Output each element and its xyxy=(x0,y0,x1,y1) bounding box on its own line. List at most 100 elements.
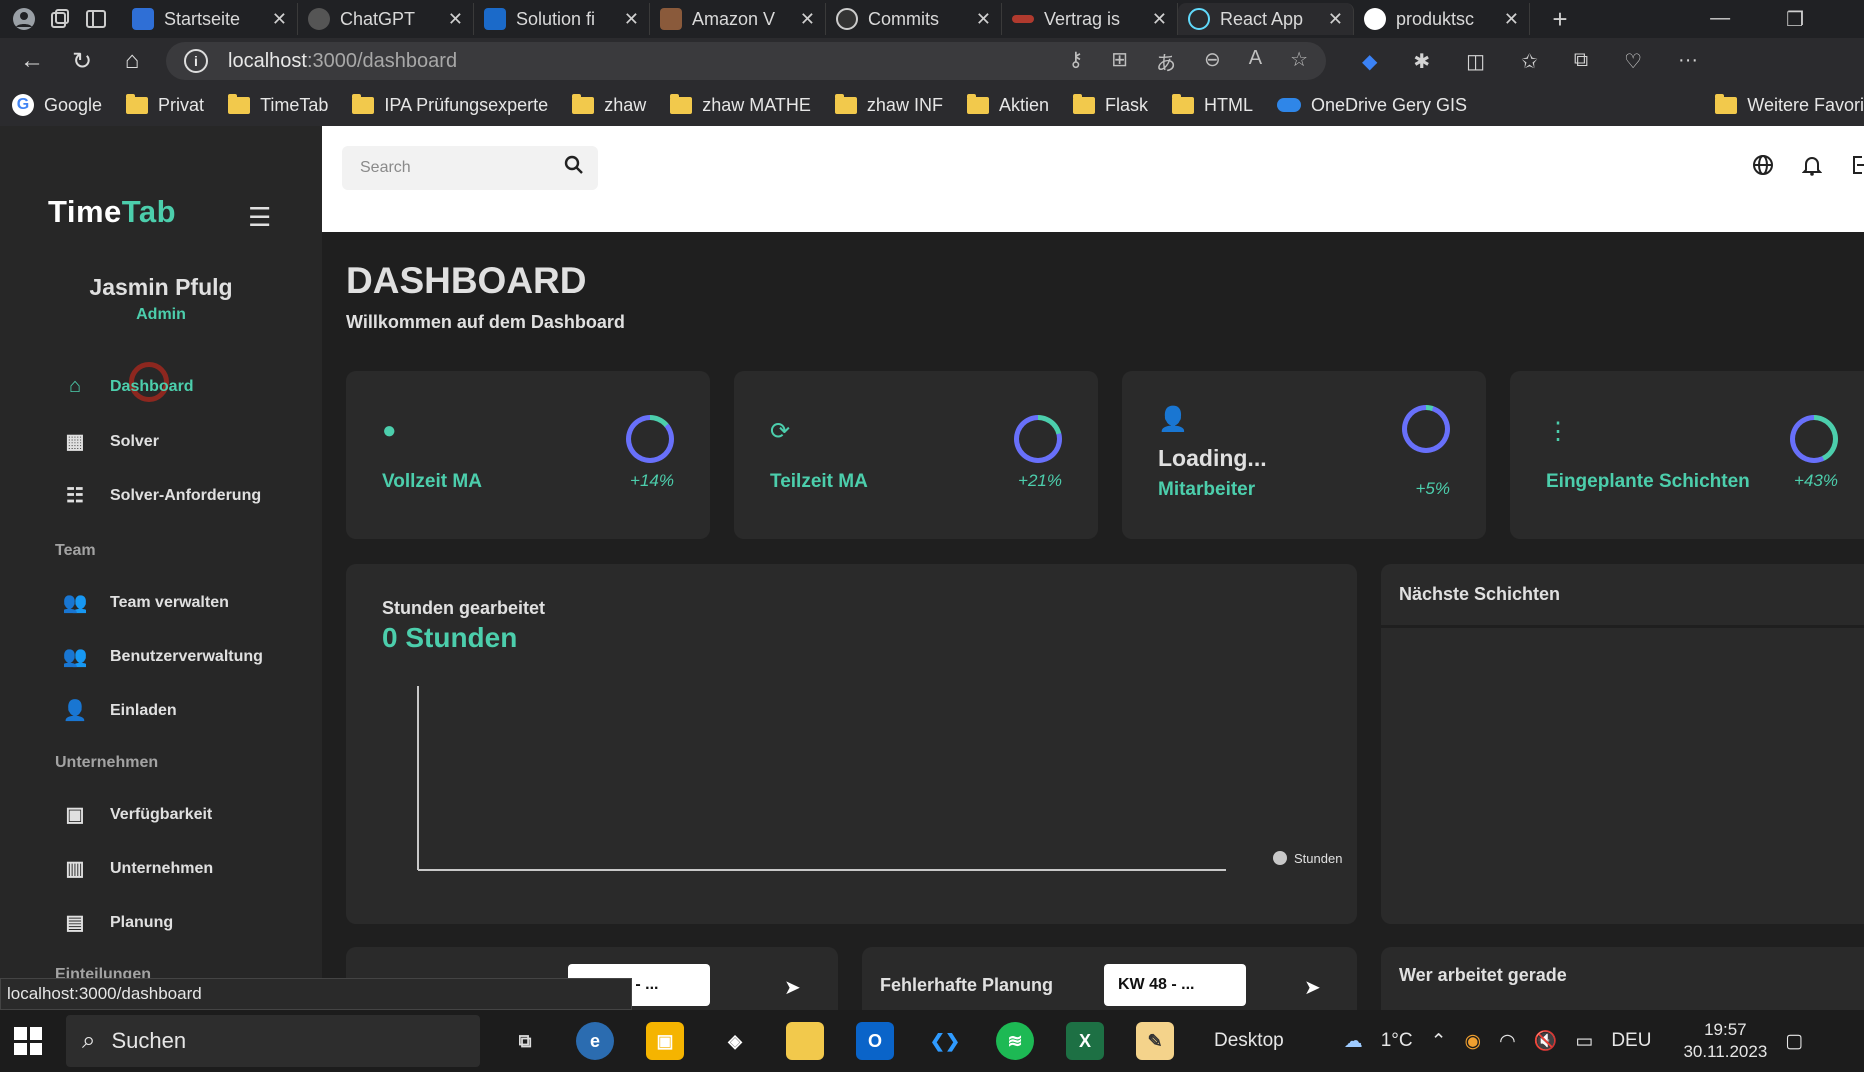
profile-icon[interactable] xyxy=(12,7,36,31)
bookmark-folder[interactable]: Privat xyxy=(126,93,204,116)
bookmark-label: zhaw INF xyxy=(866,94,943,115)
split-screen-icon[interactable]: ◫ xyxy=(1466,49,1485,74)
sidebar-item-company[interactable]: ▥ Unternehmen xyxy=(62,856,214,881)
send-icon[interactable]: ➤ xyxy=(1304,975,1321,1000)
tab-close-icon[interactable]: ✕ xyxy=(976,9,991,30)
battery-icon[interactable]: ▭ xyxy=(1575,1030,1593,1053)
spotify-icon[interactable]: ≋ xyxy=(996,1022,1034,1060)
browser-tab-active[interactable]: React App ✕ xyxy=(1178,3,1354,35)
tab-close-icon[interactable]: ✕ xyxy=(1328,9,1343,30)
key-icon[interactable]: ⚷ xyxy=(1069,47,1084,76)
send-icon[interactable]: ➤ xyxy=(784,975,801,1000)
bookmark-folder[interactable]: Flask xyxy=(1072,93,1148,116)
windows-start-icon[interactable] xyxy=(14,1027,42,1055)
restore-icon[interactable]: ❐ xyxy=(1786,7,1804,32)
home-icon[interactable]: ⌂ xyxy=(114,43,150,79)
bookmark-folder[interactable]: HTML xyxy=(1172,93,1253,116)
url-input[interactable]: i localhost:3000/dashboard ⚷ ⊞ あ ⊖ A ☆ xyxy=(166,42,1326,80)
minimize-icon[interactable]: — xyxy=(1710,7,1730,32)
app-icon[interactable]: ◈ xyxy=(716,1022,754,1060)
search-icon[interactable] xyxy=(564,155,584,181)
browser-tab[interactable]: ChatGPT ✕ xyxy=(298,3,474,35)
volume-muted-icon[interactable]: 🔇 xyxy=(1534,1029,1558,1053)
vscode-icon[interactable]: ❮❯ xyxy=(926,1022,964,1060)
desktop-label[interactable]: Desktop xyxy=(1214,1030,1284,1052)
bookmark-folder[interactable]: zhaw MATHE xyxy=(670,93,811,116)
vertical-tabs-icon[interactable] xyxy=(84,7,108,31)
bookmark-onedrive[interactable]: OneDrive Gery GIS xyxy=(1277,95,1467,116)
sidebar-item-dashboard[interactable]: ⌂ Dashboard xyxy=(62,375,194,398)
sidebar-item-solver[interactable]: ▦ Solver xyxy=(62,429,159,454)
globe-icon[interactable] xyxy=(1752,154,1774,182)
bookmarks-bar: G Google Privat TimeTab IPA Prüfungsexper… xyxy=(0,84,1864,126)
sidebar-item-solver-request[interactable]: ☷ Solver-Anforderung xyxy=(62,483,261,508)
puzzle-icon[interactable]: ✱ xyxy=(1413,49,1430,74)
weather-icon[interactable]: ☁ xyxy=(1344,1030,1363,1053)
excel-icon[interactable]: X xyxy=(1066,1022,1104,1060)
wifi-icon[interactable]: ◠ xyxy=(1499,1030,1516,1053)
sidebar-item-label: Solver-Anforderung xyxy=(110,486,262,504)
week-select[interactable]: KW 48 - ... xyxy=(1104,964,1246,1006)
apps-icon[interactable]: ⊞ xyxy=(1111,47,1128,76)
folder-icon xyxy=(1715,93,1738,114)
edge-icon[interactable]: e xyxy=(576,1022,614,1060)
bell-icon[interactable] xyxy=(1801,154,1823,182)
more-icon[interactable]: ··· xyxy=(1678,49,1698,74)
tab-close-icon[interactable]: ✕ xyxy=(800,9,815,30)
bookmark-folder[interactable]: Aktien xyxy=(966,93,1049,116)
sidebar-item-team-manage[interactable]: 👥 Team verwalten xyxy=(62,590,229,615)
favorites-icon[interactable]: ✩ xyxy=(1521,49,1538,74)
sidebar-item-label: Unternehmen xyxy=(110,859,214,877)
chevron-up-icon[interactable]: ⌃ xyxy=(1431,1030,1447,1053)
outlook-icon[interactable]: O xyxy=(856,1022,894,1060)
workspaces-icon[interactable] xyxy=(48,7,72,31)
translate-icon[interactable]: あ xyxy=(1156,47,1176,76)
browser-tab[interactable]: Startseite ✕ xyxy=(122,3,298,35)
new-tab-icon[interactable]: + xyxy=(1548,4,1572,34)
bookmark-folder[interactable]: zhaw xyxy=(572,93,646,116)
language[interactable]: DEU xyxy=(1611,1030,1651,1052)
tab-close-icon[interactable]: ✕ xyxy=(1504,9,1519,30)
read-aloud-icon[interactable]: A xyxy=(1249,47,1262,76)
tab-close-icon[interactable]: ✕ xyxy=(624,9,639,30)
collections-icon[interactable]: ⧉ xyxy=(1574,49,1588,74)
store-icon[interactable]: ▣ xyxy=(646,1022,684,1060)
tab-close-icon[interactable]: ✕ xyxy=(1152,9,1167,30)
favorite-star-icon[interactable]: ☆ xyxy=(1290,47,1308,76)
sidebar-item-availability[interactable]: ▣ Verfügbarkeit xyxy=(62,802,213,827)
bookmark-folder[interactable]: IPA Prüfungsexperte xyxy=(352,93,548,116)
tray-app-icon[interactable]: ◉ xyxy=(1465,1030,1482,1053)
bookmark-folder[interactable]: zhaw INF xyxy=(834,93,943,116)
file-explorer-icon[interactable] xyxy=(786,1022,824,1060)
sidebar-item-label: Benutzerverwaltung xyxy=(110,647,263,665)
menu-toggle-icon[interactable]: ☰ xyxy=(248,202,271,233)
sidebar-item-planning[interactable]: ▤ Planung xyxy=(62,910,174,935)
performance-icon[interactable]: ♡ xyxy=(1624,49,1642,74)
back-icon[interactable]: ← xyxy=(14,43,50,79)
browser-tab[interactable]: produktsc ✕ xyxy=(1354,3,1530,35)
task-view-icon[interactable]: ⧉ xyxy=(506,1022,544,1060)
browser-tab[interactable]: Amazon V ✕ xyxy=(650,3,826,35)
bookmark-google[interactable]: G Google xyxy=(12,94,102,116)
taskbar-search[interactable]: ⌕ Suchen xyxy=(66,1015,480,1067)
sidebar-item-user-manage[interactable]: 👥 Benutzerverwaltung xyxy=(62,644,263,669)
notifications-icon[interactable]: ▢ xyxy=(1785,1030,1803,1053)
bookmark-folder[interactable]: TimeTab xyxy=(228,93,328,116)
site-info-icon[interactable]: i xyxy=(184,49,208,73)
bookmark-more[interactable]: Weitere Favori xyxy=(1715,93,1864,116)
search-input[interactable]: Search xyxy=(342,146,598,190)
reload-icon[interactable]: ↻ xyxy=(64,43,100,79)
clock[interactable]: 19:57 30.11.2023 xyxy=(1683,1019,1767,1063)
tab-close-icon[interactable]: ✕ xyxy=(448,9,463,30)
extension-icon[interactable]: ◆ xyxy=(1362,49,1377,74)
address-bar: ← ↻ ⌂ i localhost:3000/dashboard ⚷ ⊞ あ ⊖… xyxy=(0,38,1864,84)
browser-tab[interactable]: Commits ✕ xyxy=(826,3,1002,35)
paint-icon[interactable]: ✎ xyxy=(1136,1022,1174,1060)
logout-icon[interactable] xyxy=(1850,154,1864,182)
browser-tab[interactable]: Vertrag is ✕ xyxy=(1002,3,1178,35)
sidebar-item-invite[interactable]: 👤 Einladen xyxy=(62,698,177,723)
tab-favicon-icon xyxy=(132,8,154,30)
browser-tab[interactable]: Solution fi ✕ xyxy=(474,3,650,35)
tab-close-icon[interactable]: ✕ xyxy=(272,9,287,30)
zoom-icon[interactable]: ⊖ xyxy=(1204,47,1221,76)
